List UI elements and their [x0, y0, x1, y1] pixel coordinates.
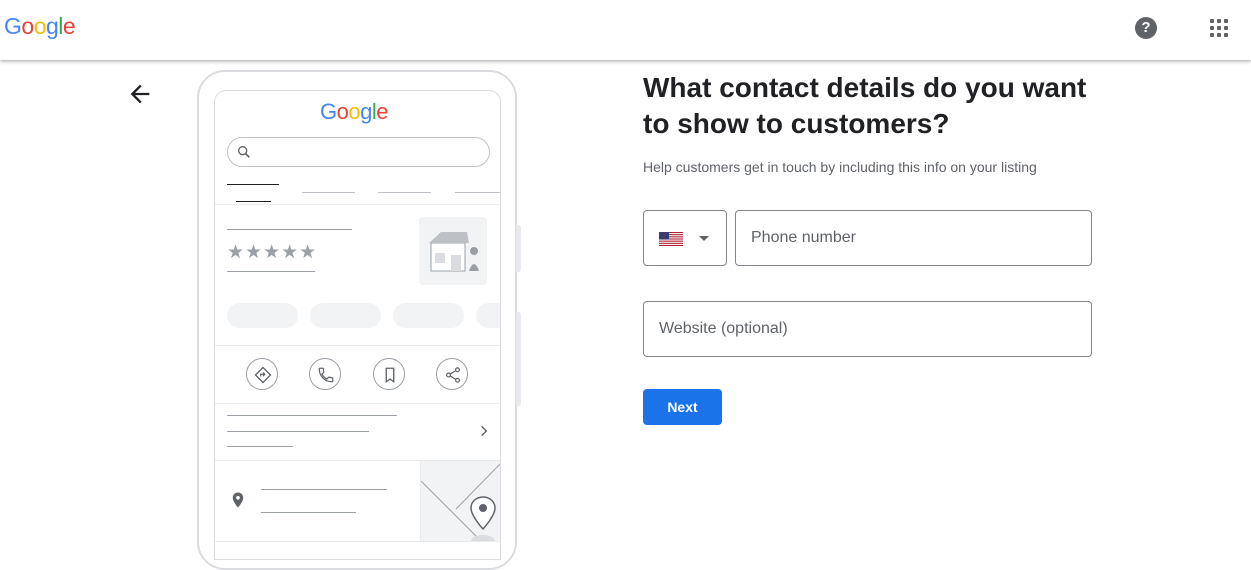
call-icon	[309, 358, 341, 390]
apps-dot	[1224, 33, 1228, 37]
placeholder-line	[261, 489, 387, 490]
logo-letter: o	[21, 13, 34, 39]
next-button[interactable]: Next	[643, 389, 722, 425]
apps-dot	[1210, 19, 1214, 23]
top-app-bar: Google ?	[0, 0, 1251, 60]
bookmark-icon	[373, 358, 405, 390]
placeholder-line	[261, 512, 356, 513]
apps-dot	[1224, 26, 1228, 30]
apps-dot	[1217, 33, 1221, 37]
chevron-down-icon	[699, 236, 709, 241]
apps-dot	[1224, 19, 1228, 23]
logo-letter: e	[62, 13, 76, 39]
divider	[215, 541, 500, 542]
mini-map	[420, 461, 500, 541]
help-icon[interactable]: ?	[1135, 17, 1157, 39]
mini-google-logo: Google	[320, 99, 389, 125]
apps-dot	[1217, 26, 1221, 30]
apps-dot	[1210, 33, 1214, 37]
phone-side-button	[516, 225, 521, 272]
placeholder-line	[227, 271, 315, 272]
logo-letter: G	[320, 99, 337, 124]
apps-dot	[1217, 19, 1221, 23]
placeholder-chip	[393, 303, 464, 328]
chevron-right-icon	[481, 425, 488, 437]
logo-letter: o	[33, 13, 47, 39]
google-logo[interactable]: Google	[4, 13, 76, 40]
storefront-icon	[419, 217, 487, 285]
location-pin-icon	[232, 492, 244, 508]
mini-tab-line	[227, 184, 279, 185]
placeholder-chip	[227, 303, 298, 328]
apps-grid-icon[interactable]	[1210, 19, 1228, 37]
logo-letter: o	[336, 99, 349, 124]
phone-side-button	[516, 312, 521, 406]
placeholder-line	[227, 415, 397, 416]
divider	[215, 403, 500, 404]
website-input[interactable]	[643, 301, 1092, 357]
directions-icon	[246, 358, 278, 390]
placeholder-line	[227, 229, 352, 230]
divider	[215, 345, 500, 346]
page-title: What contact details do you want to show…	[643, 72, 1087, 139]
mini-tab-indicator	[236, 201, 271, 202]
phone-screen: Google ★★★★★	[214, 90, 501, 560]
logo-letter: e	[376, 99, 389, 124]
placeholder-chip	[476, 303, 500, 328]
back-arrow-icon[interactable]	[126, 80, 154, 108]
logo-letter: G	[4, 13, 22, 39]
apps-dot	[1210, 26, 1214, 30]
mini-search-bar	[227, 137, 490, 167]
country-code-selector[interactable]	[643, 210, 727, 266]
mini-tab-line	[455, 192, 500, 193]
search-icon	[238, 146, 250, 158]
logo-letter: o	[348, 99, 361, 124]
us-flag-icon	[659, 232, 683, 246]
placeholder-line	[227, 446, 293, 447]
phone-number-input[interactable]	[735, 210, 1092, 266]
share-icon	[436, 358, 468, 390]
mini-tab-line	[302, 192, 355, 193]
logo-letter: g	[45, 13, 59, 39]
mini-tab-line	[378, 192, 431, 193]
page-subtitle: Help customers get in touch by including…	[643, 159, 1037, 175]
placeholder-chip	[310, 303, 381, 328]
divider	[215, 204, 500, 205]
logo-letter: g	[360, 99, 372, 124]
placeholder-line	[227, 431, 369, 432]
rating-stars: ★★★★★	[227, 241, 318, 263]
